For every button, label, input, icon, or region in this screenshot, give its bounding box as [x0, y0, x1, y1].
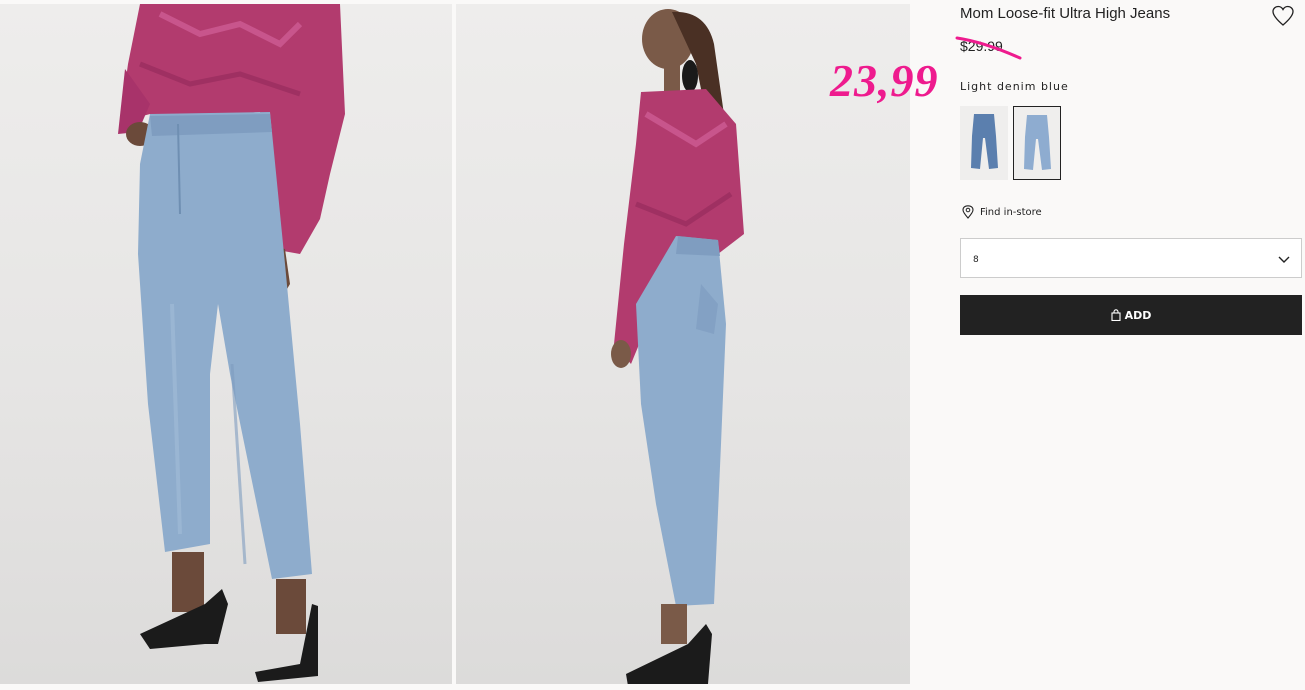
- swatch-denim-blue[interactable]: [960, 106, 1008, 180]
- swatch-light-denim-blue[interactable]: [1013, 106, 1061, 180]
- find-in-store-label: Find in-store: [980, 206, 1042, 218]
- add-to-bag-button[interactable]: ADD: [960, 295, 1302, 335]
- chevron-down-icon: [1278, 256, 1290, 263]
- size-select[interactable]: 8: [960, 238, 1302, 278]
- sale-price: 23,99: [830, 55, 939, 106]
- heart-icon[interactable]: [1271, 5, 1295, 27]
- product-image-side[interactable]: [456, 4, 910, 684]
- color-name: Light denim blue: [960, 80, 1069, 93]
- shopping-bag-icon: [1111, 309, 1121, 321]
- find-in-store-link[interactable]: Find in-store: [962, 205, 1042, 219]
- product-title: Mom Loose-fit Ultra High Jeans: [960, 5, 1171, 22]
- original-price: $29.99: [960, 38, 1003, 54]
- product-image-front[interactable]: [0, 4, 452, 684]
- location-pin-icon: [962, 205, 974, 219]
- add-button-label: ADD: [1124, 308, 1152, 322]
- selected-size: 8: [973, 255, 979, 265]
